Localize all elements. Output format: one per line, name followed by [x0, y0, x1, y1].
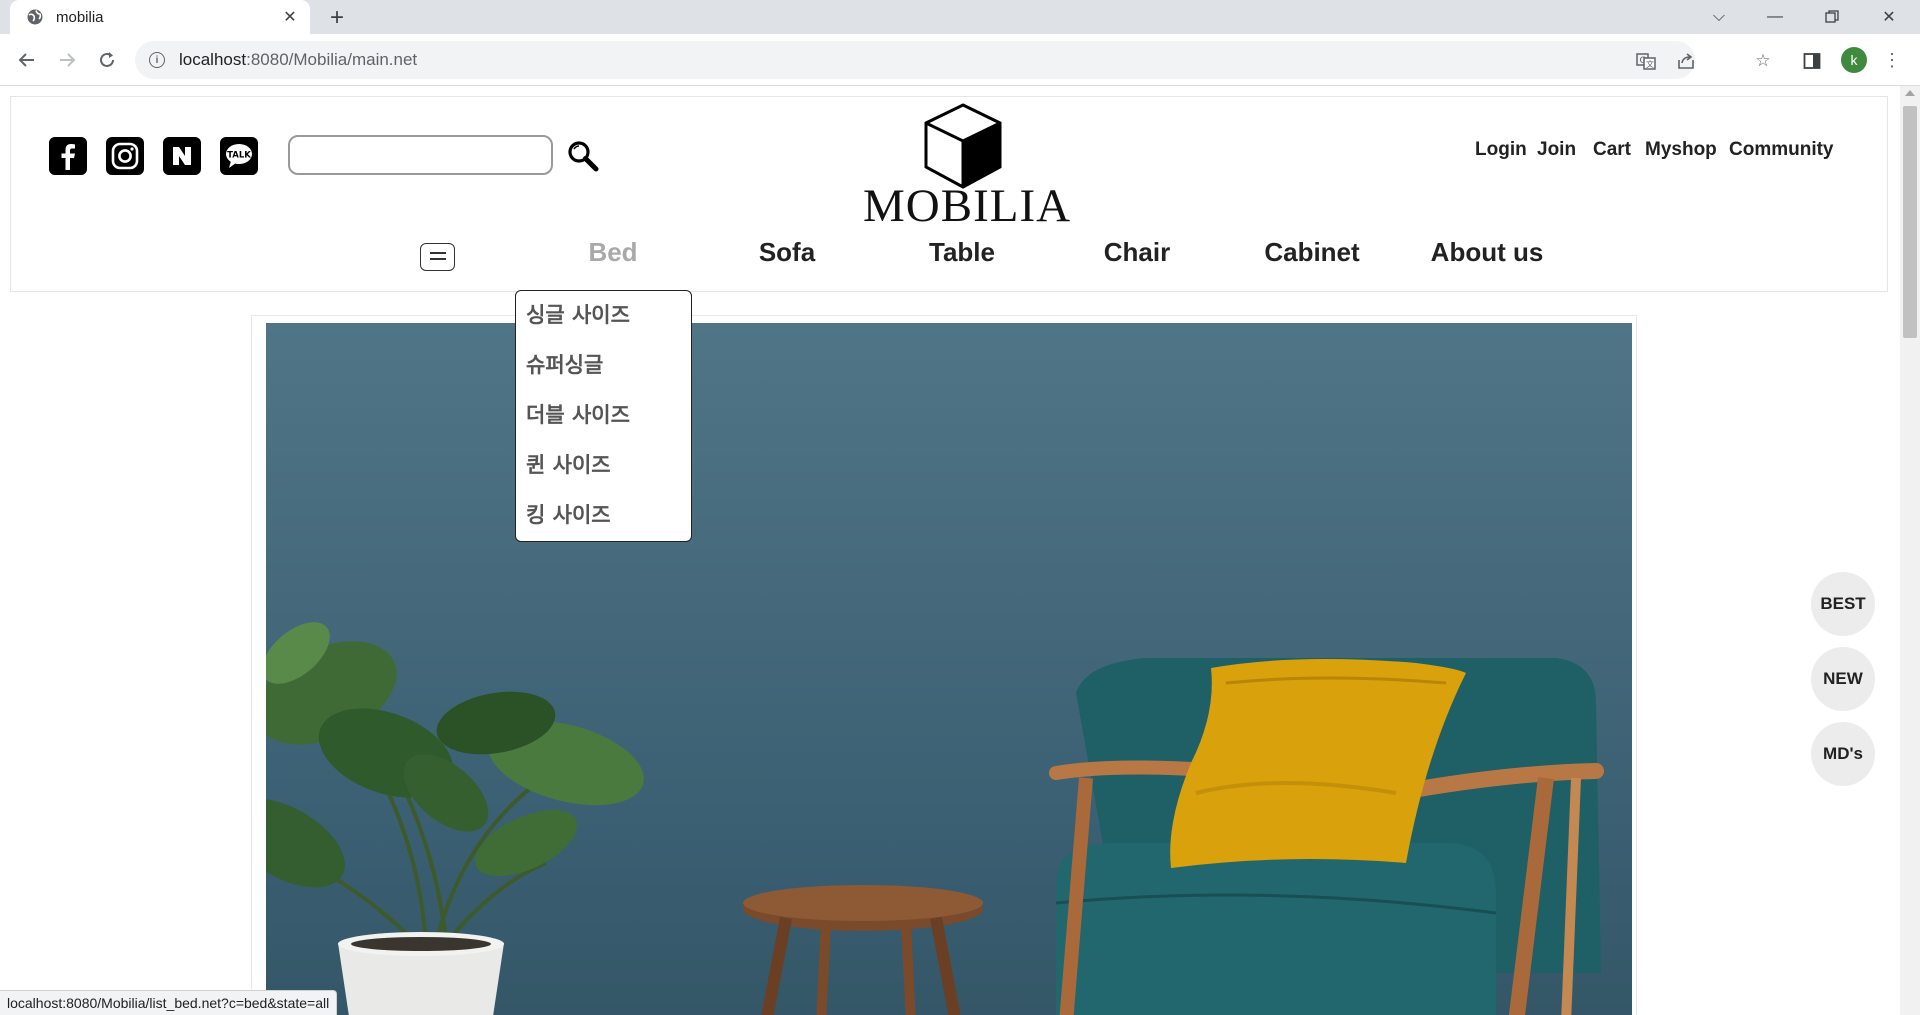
plant-illustration	[266, 622, 644, 945]
dropdown-item-double[interactable]: 더블 사이즈	[526, 399, 630, 429]
cart-link[interactable]: Cart	[1593, 139, 1631, 161]
bed-dropdown-menu: 싱글 사이즈 슈퍼싱글 더블 사이즈 퀸 사이즈 킹 사이즈	[515, 290, 692, 542]
tab-title: mobilia	[56, 8, 104, 26]
community-link[interactable]: Community	[1729, 139, 1834, 161]
new-button[interactable]: NEW	[1811, 647, 1875, 711]
instagram-icon[interactable]	[106, 137, 144, 175]
armchair	[1049, 658, 1604, 1015]
status-bar-url: localhost:8080/Mobilia/list_bed.net?c=be…	[0, 990, 338, 1015]
scroll-up-arrow-icon[interactable]	[1905, 90, 1915, 96]
hamburger-menu-icon[interactable]	[420, 243, 455, 271]
browser-menu-icon[interactable]: ⋮	[1882, 48, 1902, 72]
dropdown-item-single[interactable]: 싱글 사이즈	[526, 299, 630, 329]
nav-chair[interactable]: Chair	[1062, 237, 1212, 268]
page-scrollbar[interactable]	[1900, 86, 1920, 1015]
address-bar[interactable]: i localhost:8080/Mobilia/main.net G文	[135, 41, 1695, 79]
share-icon[interactable]	[1675, 50, 1697, 72]
dropdown-item-queen[interactable]: 퀸 사이즈	[526, 449, 611, 479]
kakaotalk-icon[interactable]: TALK	[220, 137, 258, 175]
logo-wordmark[interactable]: MOBILIA	[863, 179, 1070, 233]
translate-icon[interactable]: G文	[1635, 50, 1657, 72]
restore-button[interactable]	[1809, 0, 1855, 34]
close-tab-icon[interactable]: ✕	[278, 5, 302, 29]
new-tab-button[interactable]: +	[323, 4, 351, 32]
hero-banner-image[interactable]	[266, 323, 1632, 1015]
join-link[interactable]: Join	[1537, 139, 1576, 161]
nav-about-us[interactable]: About us	[1412, 237, 1562, 268]
site-header: TALK MOBILIA Login Join Cart Myshop Comm…	[10, 96, 1888, 292]
side-table	[743, 885, 983, 1015]
svg-text:文: 文	[1646, 59, 1654, 69]
tab-search-icon[interactable]: ⌵	[1696, 0, 1742, 34]
side-panel-icon[interactable]	[1801, 50, 1823, 72]
browser-tab-strip: mobilia ✕ + ⌵ — ✕	[0, 0, 1920, 34]
profile-avatar[interactable]: k	[1841, 47, 1867, 73]
nav-table[interactable]: Table	[887, 237, 1037, 268]
login-link[interactable]: Login	[1475, 139, 1527, 161]
scrollbar-thumb[interactable]	[1903, 106, 1917, 338]
dropdown-item-king[interactable]: 킹 사이즈	[526, 499, 611, 529]
forward-icon[interactable]	[51, 44, 83, 76]
nav-sofa[interactable]: Sofa	[712, 237, 862, 268]
address-toolbar: i localhost:8080/Mobilia/main.net G文 ☆ k…	[0, 34, 1920, 86]
url-text: localhost:8080/Mobilia/main.net	[179, 50, 418, 69]
bookmark-star-icon[interactable]: ☆	[1752, 50, 1774, 72]
best-button[interactable]: BEST	[1811, 572, 1875, 636]
close-window-button[interactable]: ✕	[1866, 0, 1912, 34]
reload-icon[interactable]	[91, 44, 123, 76]
facebook-icon[interactable]	[49, 137, 87, 175]
nav-cabinet[interactable]: Cabinet	[1237, 237, 1387, 268]
myshop-link[interactable]: Myshop	[1645, 139, 1717, 161]
site-info-icon[interactable]: i	[149, 52, 165, 68]
search-input[interactable]	[288, 135, 553, 175]
mds-button[interactable]: MD's	[1811, 722, 1875, 786]
globe-icon	[26, 8, 44, 26]
minimize-button[interactable]: —	[1752, 0, 1798, 34]
dropdown-item-super-single[interactable]: 슈퍼싱글	[526, 349, 603, 379]
browser-tab[interactable]: mobilia ✕	[10, 0, 310, 34]
nav-bed[interactable]: Bed	[538, 237, 688, 268]
svg-text:TALK: TALK	[227, 151, 251, 161]
back-icon[interactable]	[11, 44, 43, 76]
naver-icon[interactable]	[163, 137, 201, 175]
search-icon[interactable]	[565, 139, 601, 175]
page-viewport: TALK MOBILIA Login Join Cart Myshop Comm…	[0, 86, 1900, 1015]
